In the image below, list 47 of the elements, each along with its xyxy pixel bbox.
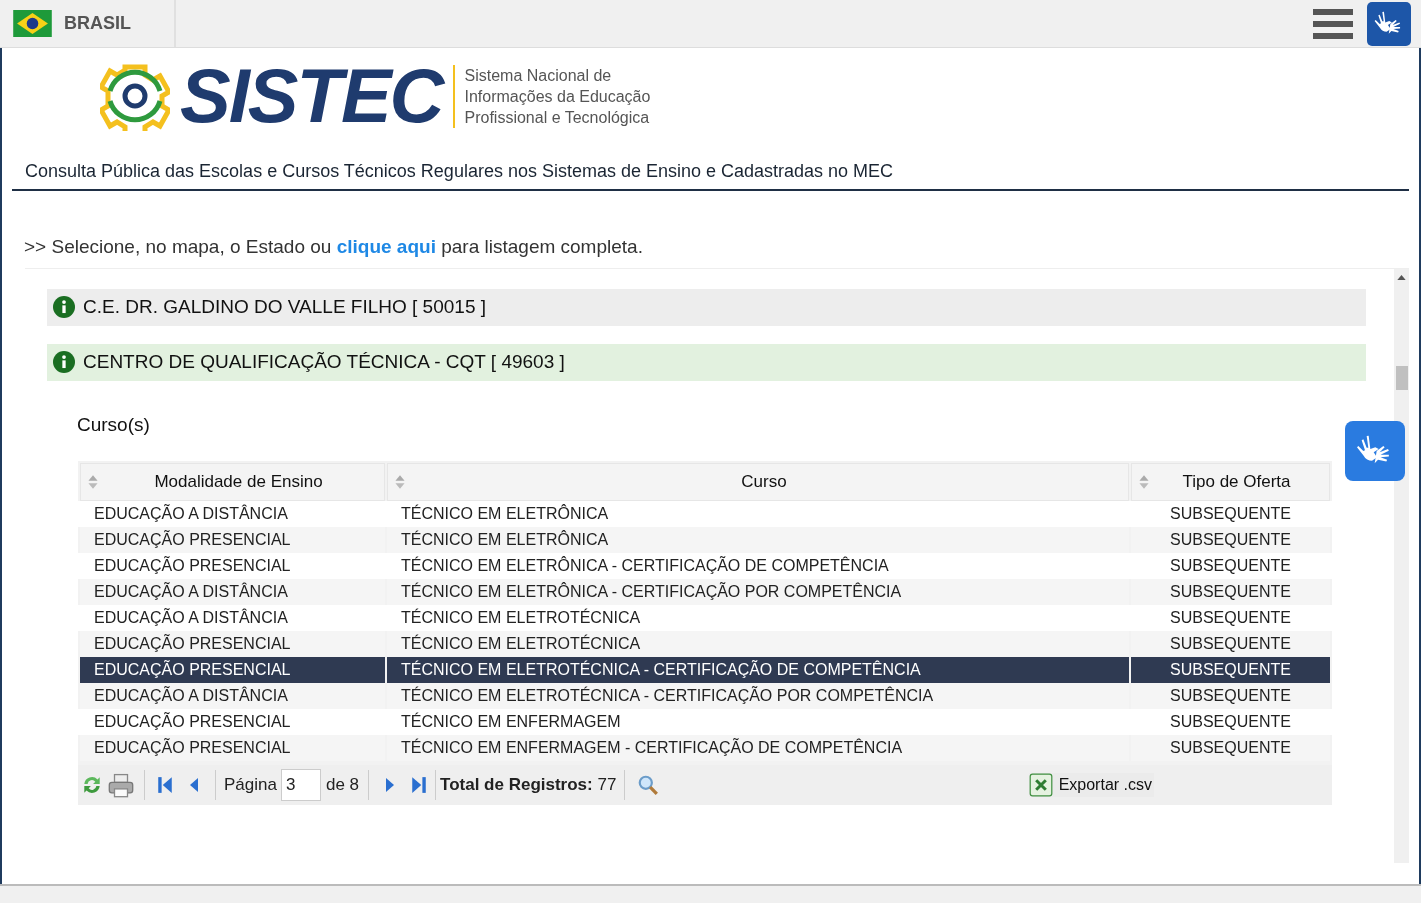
- scroll-up-icon: [1397, 274, 1406, 280]
- table-cell: SUBSEQUENTE: [1131, 657, 1330, 683]
- logo-tagline: Profissional e Tecnológica: [464, 107, 651, 128]
- logo-wordmark: SISTEC: [180, 58, 443, 134]
- table-cell: EDUCAÇÃO PRESENCIAL: [80, 657, 385, 683]
- table-row[interactable]: EDUCAÇÃO PRESENCIAL TÉCNICO EM ELETRÔNICA - CERTIFICAÇÃO DE COMPETÊNCIA SUBSEQUENTE: [78, 553, 1332, 579]
- page-input[interactable]: 3: [280, 769, 321, 801]
- scrollbar[interactable]: [1394, 268, 1409, 863]
- print-icon[interactable]: [108, 772, 134, 798]
- logo-tagline: Informações da Educação: [464, 86, 651, 107]
- table-row[interactable]: EDUCAÇÃO PRESENCIAL TÉCNICO EM ENFERMAGEM SUBSEQUENTE: [78, 709, 1332, 735]
- info-icon: [53, 296, 75, 318]
- table-row[interactable]: EDUCAÇÃO A DISTÂNCIA TÉCNICO EM ELETROTÉCNICA SUBSEQUENTE: [78, 605, 1332, 631]
- sign-language-button[interactable]: [1367, 2, 1411, 46]
- logo-tagline: Sistema Nacional de: [464, 65, 613, 86]
- export-csv-button[interactable]: Exportar .csv: [1028, 773, 1154, 797]
- school-header[interactable]: CENTRO DE QUALIFICAÇÃO TÉCNICA - CQT [ 49603 ]: [47, 343, 1366, 381]
- page-title: Consulta Pública das Escolas e Cursos Técnicos Regulares nos Sistemas de Ensino e Cadastradas no MEC: [25, 160, 895, 183]
- previous-page-icon[interactable]: [189, 776, 199, 794]
- table-row[interactable]: EDUCAÇÃO A DISTÂNCIA TÉCNICO EM ELETRÔNICA SUBSEQUENTE: [78, 501, 1332, 527]
- school-header[interactable]: C.E. DR. GALDINO DO VALLE FILHO [ 50015 ]: [47, 288, 1366, 326]
- scrollbar-thumb[interactable]: [1396, 365, 1408, 390]
- spreadsheet-icon: [1028, 773, 1053, 797]
- next-page-icon[interactable]: [385, 776, 396, 794]
- country-label[interactable]: BRASIL: [64, 10, 131, 37]
- courses-heading: Curso(s): [77, 413, 150, 435]
- sort-icon[interactable]: [87, 474, 99, 490]
- search-icon[interactable]: [637, 774, 660, 796]
- instruction-text: >> Selecione, no mapa, o Estado ou clique aqui para listagem completa.: [24, 235, 644, 259]
- sign-language-button[interactable]: [1345, 421, 1405, 481]
- sort-icon[interactable]: [1138, 474, 1150, 490]
- page-count: de 8: [325, 774, 360, 797]
- first-page-icon[interactable]: [157, 776, 173, 794]
- school-name: CENTRO DE QUALIFICAÇÃO TÉCNICA - CQT [ 49603 ]: [83, 349, 565, 374]
- info-icon: [53, 351, 75, 373]
- table-cell: TÉCNICO EM ELETROTÉCNICA - CERTIFICAÇÃO DE COMPETÊNCIA: [387, 657, 1129, 683]
- last-page-icon[interactable]: [411, 776, 428, 794]
- school-name: C.E. DR. GALDINO DO VALLE FILHO [ 50015 ]: [83, 294, 486, 319]
- column-header[interactable]: Tipo de Oferta: [1131, 463, 1330, 501]
- list-all-link[interactable]: clique aqui: [336, 236, 436, 257]
- total-records: Total de Registros: 77: [440, 774, 617, 797]
- column-header[interactable]: Modalidade de Ensino: [80, 463, 385, 501]
- table-row[interactable]: EDUCAÇÃO PRESENCIAL TÉCNICO EM ELETROTÉCNICA - CERTIFICAÇÃO DE COMPETÊNCIA SUBSEQUENTE: [78, 657, 1332, 683]
- page-label: Página: [224, 774, 277, 797]
- sort-icon[interactable]: [394, 474, 406, 490]
- column-header[interactable]: Curso: [387, 463, 1129, 501]
- flag-icon: [13, 10, 52, 37]
